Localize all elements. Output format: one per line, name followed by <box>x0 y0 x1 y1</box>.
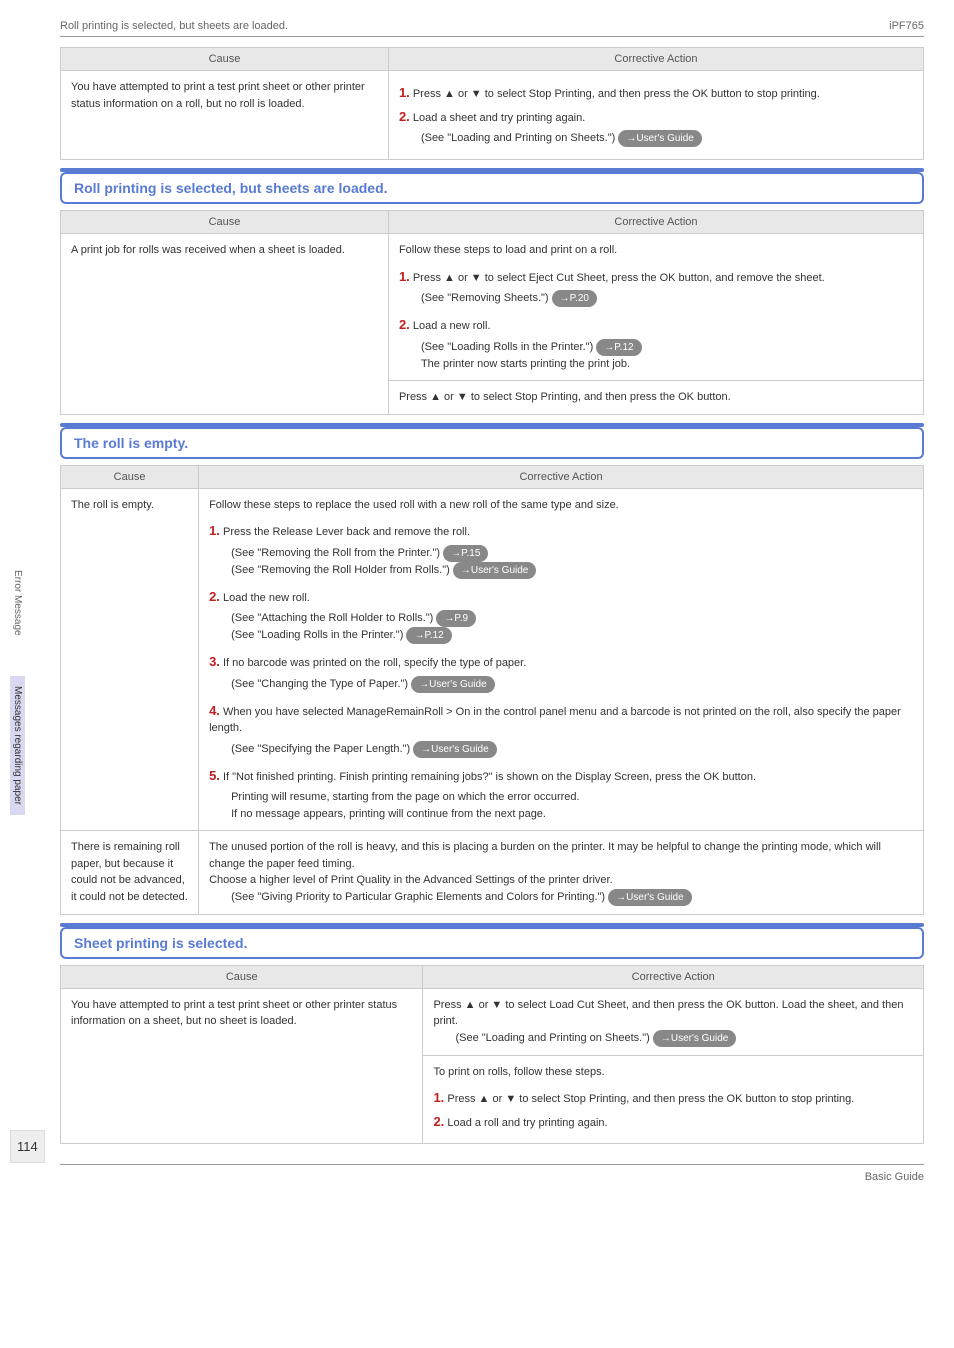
col-cause: Cause <box>61 465 199 488</box>
header-right: iPF765 <box>889 20 924 32</box>
users-guide-badge[interactable]: →User's Guide <box>411 676 495 693</box>
t1-cause: A print job for rolls was received when … <box>61 234 389 415</box>
col-cause: Cause <box>61 48 389 71</box>
t3-action-2: To print on rolls, follow these steps. 1… <box>423 1055 924 1144</box>
users-guide-badge[interactable]: →User's Guide <box>413 741 497 758</box>
col-cause: Cause <box>61 211 389 234</box>
col-cause: Cause <box>61 965 423 988</box>
users-guide-badge[interactable]: →User's Guide <box>653 1030 737 1047</box>
t1-action: Follow these steps to load and print on … <box>388 234 923 381</box>
footer: Basic Guide <box>60 1164 924 1183</box>
page-ref-badge[interactable]: →P.9 <box>436 610 476 627</box>
users-guide-badge[interactable]: →User's Guide <box>453 562 537 579</box>
table-3: Cause Corrective Action You have attempt… <box>60 965 924 1145</box>
t2b-cause: There is remaining roll paper, but becau… <box>61 831 199 915</box>
table-2: Cause Corrective Action The roll is empt… <box>60 465 924 915</box>
col-action: Corrective Action <box>423 965 924 988</box>
users-guide-badge[interactable]: →User's Guide <box>618 130 702 147</box>
t2b-action: The unused portion of the roll is heavy,… <box>199 831 924 915</box>
col-action: Corrective Action <box>388 211 923 234</box>
t3-action-1: Press ▲ or ▼ to select Load Cut Sheet, a… <box>423 988 924 1055</box>
page-ref-badge[interactable]: →P.20 <box>552 290 597 307</box>
section-roll-printing-selected: Roll printing is selected, but sheets ar… <box>60 172 924 204</box>
table-0: Cause Corrective Action You have attempt… <box>60 47 924 160</box>
page-header: Roll printing is selected, but sheets ar… <box>60 20 924 37</box>
page-ref-badge[interactable]: →P.12 <box>596 339 641 356</box>
page-ref-badge[interactable]: →P.12 <box>406 627 451 644</box>
t0-action: 1. Press ▲ or ▼ to select Stop Printing,… <box>388 71 923 160</box>
t2a-action: Follow these steps to replace the used r… <box>199 488 924 831</box>
page-ref-badge[interactable]: →P.15 <box>443 545 488 562</box>
users-guide-badge[interactable]: →User's Guide <box>608 889 692 906</box>
header-left: Roll printing is selected, but sheets ar… <box>60 20 288 32</box>
t3-cause: You have attempted to print a test print… <box>61 988 423 1144</box>
t1-final: Press ▲ or ▼ to select Stop Printing, an… <box>388 381 923 415</box>
col-action: Corrective Action <box>199 465 924 488</box>
col-action: Corrective Action <box>388 48 923 71</box>
table-1: Cause Corrective Action A print job for … <box>60 210 924 415</box>
t0-cause: You have attempted to print a test print… <box>61 71 389 160</box>
t2a-cause: The roll is empty. <box>61 488 199 831</box>
section-sheet-printing-selected: Sheet printing is selected. <box>60 927 924 959</box>
section-roll-empty: The roll is empty. <box>60 427 924 459</box>
